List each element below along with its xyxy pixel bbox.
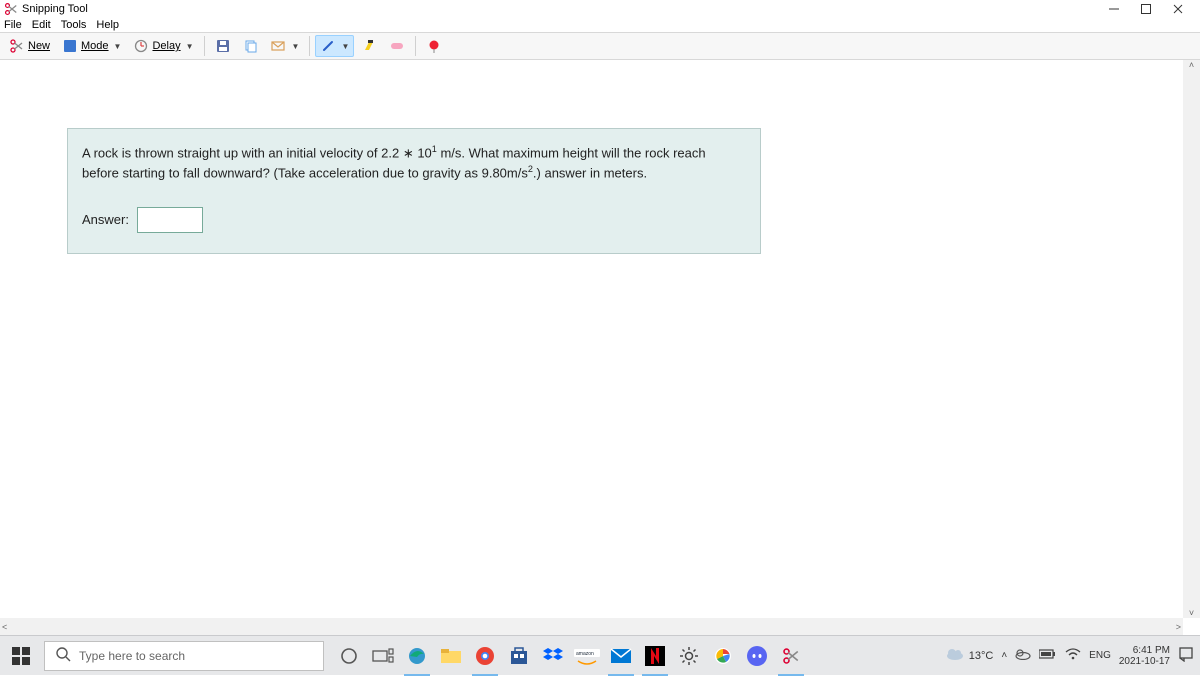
new-button[interactable]: New (4, 35, 55, 57)
start-button[interactable] (0, 636, 42, 676)
chrome-icon[interactable] (468, 636, 502, 676)
question-text: A rock is thrown straight up with an ini… (82, 143, 746, 183)
save-button[interactable] (210, 35, 236, 57)
app-title: Snipping Tool (22, 3, 88, 15)
menu-help[interactable]: Help (96, 19, 119, 31)
balloon-icon (426, 38, 442, 54)
weather-temp: 13°C (969, 650, 994, 662)
maximize-button[interactable] (1136, 2, 1156, 16)
canvas: A rock is thrown straight up with an ini… (0, 60, 1200, 635)
chevron-down-icon: ▼ (114, 42, 122, 51)
dropbox-icon[interactable] (536, 636, 570, 676)
tray-chevron-icon[interactable]: ˄ (1001, 650, 1007, 661)
title-bar: Snipping Tool (0, 0, 1200, 18)
delay-label: Delay (152, 40, 180, 52)
settings-icon[interactable] (672, 636, 706, 676)
eraser-icon (389, 38, 405, 54)
question-card: A rock is thrown straight up with an ini… (67, 128, 761, 254)
close-button[interactable] (1168, 2, 1188, 16)
chevron-down-icon: ▼ (341, 42, 349, 51)
snipping-tool-icon[interactable] (774, 636, 808, 676)
clock[interactable]: 6:41 PM 2021-10-17 (1119, 645, 1170, 667)
question-value: 2.2 ∗ 10 (381, 145, 432, 160)
pen-button[interactable]: ▼ (315, 35, 354, 57)
eraser-button[interactable] (384, 35, 410, 57)
chevron-down-icon: ▼ (292, 42, 300, 51)
mode-button[interactable]: Mode ▼ (57, 35, 126, 57)
minimize-button[interactable] (1104, 2, 1124, 16)
amazon-icon[interactable]: amazon (570, 636, 604, 676)
question-value: 9.80m/s (482, 166, 528, 181)
wifi-icon[interactable] (1065, 648, 1081, 663)
language-indicator[interactable]: ENG (1089, 650, 1111, 661)
google-app-icon[interactable] (706, 636, 740, 676)
scroll-down-icon[interactable]: ˅ (1189, 608, 1194, 618)
toolbar: New Mode ▼ Delay ▼ ▼ ▼ (0, 32, 1200, 60)
taskbar-search[interactable]: Type here to search (44, 641, 324, 671)
mail-icon (271, 38, 287, 54)
copy-button[interactable] (238, 35, 264, 57)
highlighter-icon (361, 38, 377, 54)
scrollbar-horizontal[interactable]: ˂ ˃ (0, 618, 1183, 635)
svg-text:amazon: amazon (576, 651, 594, 657)
menu-tools[interactable]: Tools (61, 19, 87, 31)
battery-icon[interactable] (1039, 649, 1057, 662)
question-text-part: A rock is thrown straight up with an ini… (82, 145, 381, 160)
clock-icon (133, 38, 149, 54)
discord-icon[interactable] (740, 636, 774, 676)
scrollbar-vertical[interactable]: ˄ ˅ (1183, 60, 1200, 618)
save-icon (215, 38, 231, 54)
email-button[interactable]: ▼ (266, 35, 305, 57)
onedrive-icon[interactable] (1015, 648, 1031, 663)
highlighter-button[interactable] (356, 35, 382, 57)
edge-icon[interactable] (400, 636, 434, 676)
scissors-icon (9, 38, 25, 54)
netflix-icon[interactable] (638, 636, 672, 676)
taskbar: Type here to search amazon 13°C ˄ ENG 6:… (0, 635, 1200, 675)
store-icon[interactable] (502, 636, 536, 676)
scroll-right-icon[interactable]: ˃ (1176, 622, 1181, 632)
menu-edit[interactable]: Edit (32, 19, 51, 31)
delay-button[interactable]: Delay ▼ (128, 35, 198, 57)
menu-file[interactable]: File (4, 19, 22, 31)
mode-icon (62, 38, 78, 54)
scissors-icon (4, 2, 18, 16)
separator (415, 36, 416, 56)
scroll-up-icon[interactable]: ˄ (1189, 60, 1194, 70)
mail-icon[interactable] (604, 636, 638, 676)
paint3d-button[interactable] (421, 35, 447, 57)
search-icon (55, 646, 71, 665)
cloud-icon (945, 647, 965, 664)
notifications-icon[interactable] (1178, 646, 1194, 665)
separator (204, 36, 205, 56)
menu-bar: File Edit Tools Help (0, 18, 1200, 32)
cortana-icon[interactable] (332, 636, 366, 676)
separator (309, 36, 310, 56)
new-label: New (28, 40, 50, 52)
scroll-left-icon[interactable]: ˂ (2, 622, 7, 632)
copy-icon (243, 38, 259, 54)
answer-label: Answer: (82, 211, 129, 230)
answer-input[interactable] (137, 207, 203, 233)
chevron-down-icon: ▼ (186, 42, 194, 51)
clock-time: 6:41 PM (1119, 645, 1170, 656)
mode-label: Mode (81, 40, 109, 52)
explorer-icon[interactable] (434, 636, 468, 676)
taskview-icon[interactable] (366, 636, 400, 676)
weather-widget[interactable]: 13°C (945, 647, 994, 664)
clock-date: 2021-10-17 (1119, 656, 1170, 667)
pen-icon (320, 38, 336, 54)
search-placeholder: Type here to search (79, 649, 185, 663)
question-text-part: .) answer in meters. (533, 166, 647, 181)
